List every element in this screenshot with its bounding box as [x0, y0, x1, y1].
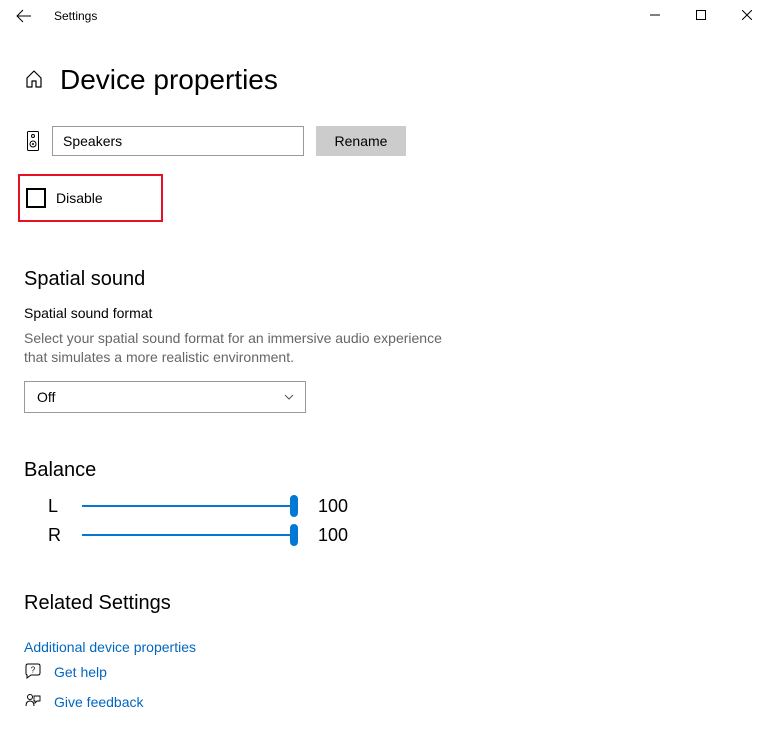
spatial-format-dropdown[interactable]: Off [24, 381, 306, 413]
spatial-format-label: Spatial sound format [24, 305, 746, 321]
minimize-button[interactable] [632, 0, 678, 30]
disable-label: Disable [56, 190, 103, 206]
maximize-button[interactable] [678, 0, 724, 30]
help-icon: ? [24, 663, 42, 681]
minimize-icon [650, 10, 660, 20]
close-button[interactable] [724, 0, 770, 30]
balance-heading: Balance [24, 459, 746, 482]
additional-properties-link[interactable]: Additional device properties [24, 639, 196, 655]
related-settings-heading: Related Settings [24, 592, 746, 615]
balance-right-slider[interactable] [82, 525, 294, 545]
rename-button[interactable]: Rename [316, 126, 406, 156]
window-controls [632, 0, 770, 30]
chevron-down-icon [283, 391, 295, 403]
disable-checkbox[interactable] [26, 188, 46, 208]
slider-thumb[interactable] [290, 524, 298, 546]
disable-checkbox-row[interactable]: Disable [18, 174, 163, 222]
back-button[interactable] [8, 0, 40, 32]
balance-left-value: 100 [318, 496, 348, 517]
page-title: Device properties [60, 64, 278, 96]
close-icon [742, 10, 752, 20]
balance-left-slider[interactable] [82, 496, 294, 516]
balance-right-row: R 100 [24, 525, 746, 546]
feedback-icon [24, 693, 42, 711]
spatial-sound-heading: Spatial sound [24, 268, 746, 291]
home-icon[interactable] [24, 69, 44, 92]
balance-left-row: L 100 [24, 496, 746, 517]
back-arrow-icon [16, 8, 32, 24]
footer-links: ? Get help Give feedback [24, 663, 144, 723]
speaker-icon [24, 131, 42, 151]
spatial-selected-value: Off [37, 389, 55, 405]
get-help-text: Get help [54, 664, 107, 680]
give-feedback-text: Give feedback [54, 694, 144, 710]
spatial-description: Select your spatial sound format for an … [24, 329, 454, 367]
svg-text:?: ? [31, 666, 36, 675]
get-help-link[interactable]: ? Get help [24, 663, 144, 681]
device-name-input[interactable] [52, 126, 304, 156]
page-header: Device properties [24, 64, 746, 96]
device-name-row: Rename [24, 126, 746, 156]
balance-right-label: R [48, 525, 82, 546]
balance-left-label: L [48, 496, 82, 517]
window-title: Settings [54, 9, 97, 23]
slider-thumb[interactable] [290, 495, 298, 517]
maximize-icon [696, 10, 706, 20]
balance-right-value: 100 [318, 525, 348, 546]
give-feedback-link[interactable]: Give feedback [24, 693, 144, 711]
